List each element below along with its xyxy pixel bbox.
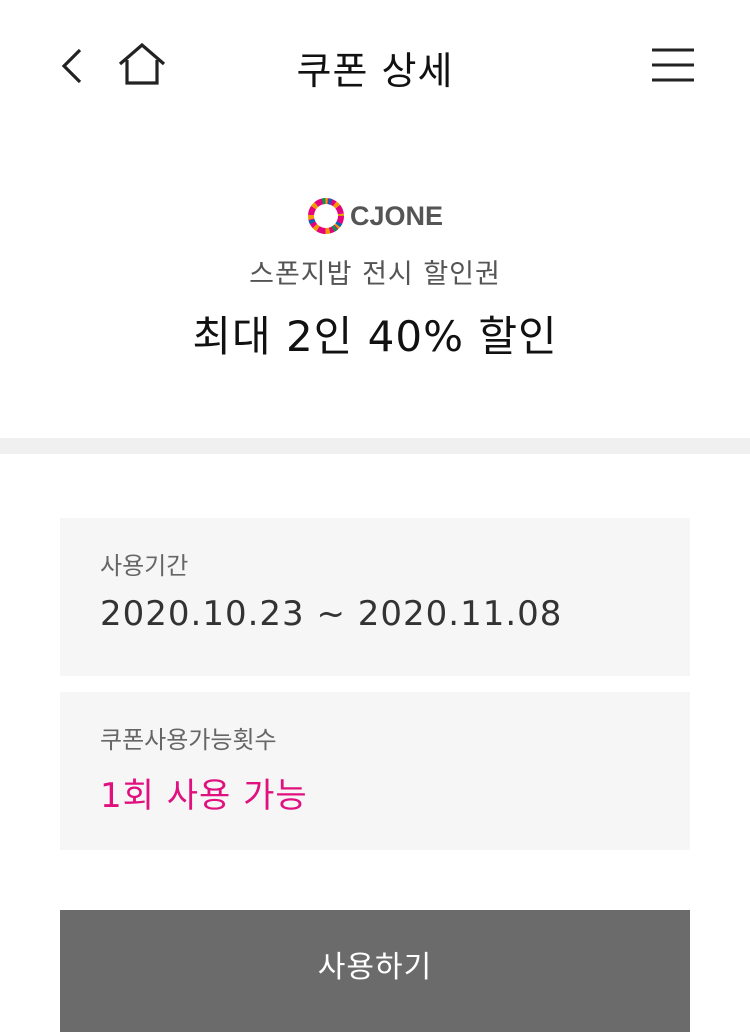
hamburger-menu-icon bbox=[652, 48, 694, 82]
brand-name: CJONE bbox=[349, 200, 444, 231]
section-divider bbox=[0, 438, 750, 454]
cjone-logo-icon bbox=[307, 198, 344, 234]
use-coupon-button[interactable]: 사용하기 bbox=[60, 910, 690, 1032]
coupon-subtitle: 스폰지밥 전시 할인권 bbox=[249, 259, 501, 290]
period-box: 사용기간 2020.10.23 ~ 2020.11.08 bbox=[60, 518, 690, 676]
header: 쿠폰 상세 bbox=[0, 0, 750, 130]
page-title: 쿠폰 상세 bbox=[296, 49, 454, 93]
period-label: 사용기간 bbox=[100, 552, 189, 580]
coupon-detail-page: 쿠폰 상세 CJONE 스폰지밥 전시 할인권 최대 2인 40% 할인 사용기… bbox=[0, 0, 750, 1032]
usage-count-box: 쿠폰사용가능횟수 1회 사용 가능 bbox=[60, 692, 690, 850]
usage-count-value: 1회 사용 가능 bbox=[100, 776, 308, 816]
period-value: 2020.10.23 ~ 2020.11.08 bbox=[100, 594, 563, 634]
coupon-header: CJONE 스폰지밥 전시 할인권 최대 2인 40% 할인 bbox=[0, 190, 750, 364]
coupon-title: 최대 2인 40% 할인 bbox=[192, 312, 558, 361]
usage-count-label: 쿠폰사용가능횟수 bbox=[100, 726, 277, 754]
brand-logo: CJONE bbox=[307, 190, 443, 242]
menu-button[interactable] bbox=[648, 44, 700, 86]
